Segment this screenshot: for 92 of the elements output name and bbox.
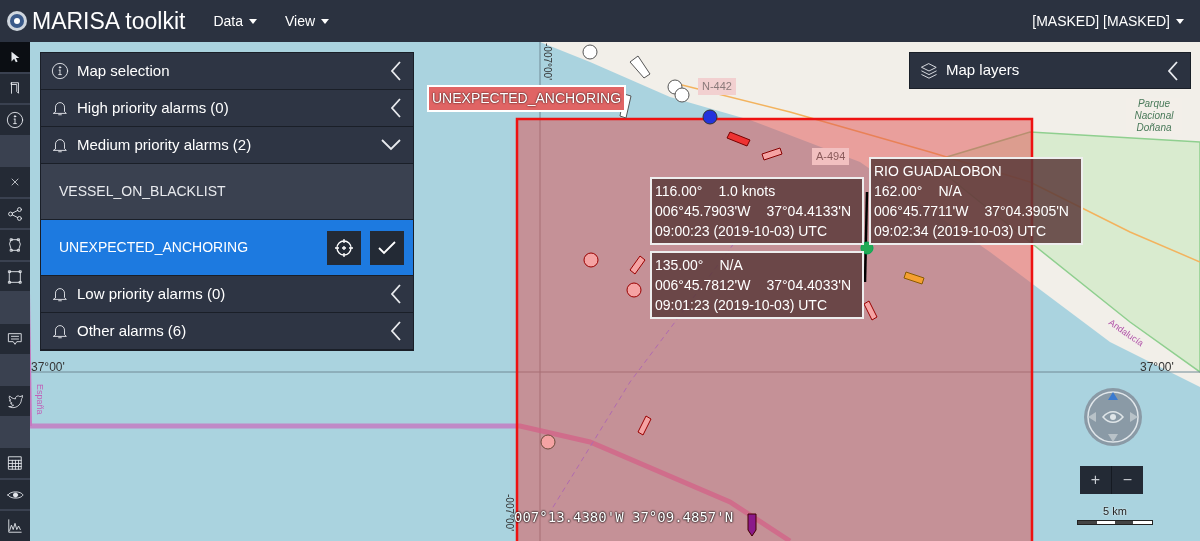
chevron-left-icon [391, 284, 401, 304]
app-title: MARISA toolkit [32, 6, 186, 36]
tool-button[interactable] [0, 230, 30, 260]
bookmark-icon [8, 80, 22, 97]
vessel-marker[interactable] [903, 271, 925, 285]
chevron-down-icon [381, 139, 401, 151]
vessel-info-text: 135.00° [655, 256, 704, 275]
share-icon [7, 205, 23, 222]
tool-button[interactable] [0, 261, 30, 292]
tool-button[interactable] [0, 479, 30, 510]
grid-label: 37°00' [1140, 359, 1174, 376]
region-label: España [35, 384, 44, 415]
tool-button[interactable] [0, 198, 30, 229]
vessel-marker[interactable] [540, 434, 556, 450]
vessel-info-text: 162.00° [874, 182, 923, 201]
vessel-info-text: 006°45.7812'W [655, 276, 751, 295]
eye-icon [6, 488, 24, 501]
tool-button[interactable] [0, 42, 30, 72]
vessel-info-text: 116.00° [655, 182, 703, 201]
grid-label: -007°00' [542, 43, 552, 81]
alarm-label: UNEXPECTED_ANCHORING [427, 85, 627, 112]
vessel-marker[interactable] [761, 147, 783, 161]
tool-button[interactable] [0, 324, 30, 354]
tool-button[interactable] [0, 448, 30, 478]
map-layers-header[interactable]: Map layers [909, 52, 1191, 89]
comment-icon [7, 330, 23, 347]
bell-icon [51, 285, 69, 303]
logo-icon [6, 10, 28, 32]
alarm-item[interactable]: UNEXPECTED_ANCHORING [41, 220, 413, 276]
info-icon [6, 110, 24, 129]
user-menu[interactable]: [MASKED] [MASKED] [1032, 10, 1184, 32]
zoom-out-button[interactable]: − [1112, 466, 1143, 494]
grid-label: 37°00' [31, 359, 65, 376]
vessel-info-text: 37°04.4033'N [766, 276, 851, 295]
vessel-marker[interactable] [702, 109, 718, 125]
vessel-marker[interactable] [637, 415, 652, 436]
layers-icon [920, 61, 938, 80]
menu-button[interactable]: View [284, 10, 330, 32]
alarm-item[interactable]: VESSEL_ON_BLACKLIST [41, 164, 413, 220]
chevron-left-icon [391, 321, 401, 341]
road-label: A-494 [812, 148, 850, 165]
vessel-info-text: 1.0 knots [718, 182, 776, 201]
alarm-name: VESSEL_ON_BLACKLIST [59, 182, 226, 201]
vessel-info-text: 006°45.7711'W [874, 202, 969, 221]
vessel-marker[interactable] [674, 87, 690, 103]
bell-icon [51, 322, 69, 340]
rectangle-icon [7, 268, 23, 285]
vessel-marker[interactable] [747, 513, 757, 537]
vessel-info-text: 006°45.7903'W [655, 202, 751, 221]
chevron-left-icon [391, 98, 401, 118]
locate-button[interactable] [327, 230, 361, 265]
bell-icon [51, 136, 69, 154]
chevron-left-icon [1168, 60, 1178, 81]
vessel-info-text: 09:02:34 (2019-10-03) UTC [874, 222, 1046, 241]
crosshair-icon [334, 237, 354, 258]
road-label: N-442 [698, 78, 736, 95]
chevron-left-icon [391, 61, 401, 81]
vessel-marker[interactable] [583, 252, 599, 268]
vessel-marker[interactable] [629, 55, 651, 79]
info-icon [51, 62, 69, 80]
menu-button[interactable]: Data [213, 10, 257, 32]
scale-label: 5 km [1103, 504, 1127, 519]
vessel-info-text: 09:01:23 (2019-10-03) UTC [655, 296, 827, 315]
grid-label: -007°00' [504, 494, 514, 532]
vessel-marker[interactable] [726, 131, 751, 147]
tool-button[interactable] [0, 386, 30, 416]
caret-icon [248, 18, 257, 24]
vessel-info-text: 37°04.4133'N [766, 202, 851, 221]
alarm-name: UNEXPECTED_ANCHORING [59, 238, 249, 257]
caret-icon [321, 18, 330, 24]
caret-icon [1176, 18, 1184, 24]
acknowledge-button[interactable] [370, 230, 404, 265]
table-icon [7, 455, 23, 472]
chart-icon [7, 518, 23, 535]
vessel-info-text: 09:00:23 (2019-10-03) UTC [655, 222, 827, 241]
vessel-info-text: N/A [719, 256, 743, 275]
tool-button[interactable] [0, 105, 30, 135]
vessel-marker[interactable] [860, 191, 874, 283]
checkmark-icon [378, 240, 396, 255]
vessel-marker[interactable] [626, 282, 642, 298]
vessel-marker[interactable] [629, 255, 646, 275]
bell-icon [51, 99, 69, 117]
polygon-icon [7, 237, 23, 254]
close-icon [9, 176, 21, 188]
vessel-info-text: 37°04.3905'N [984, 202, 1069, 221]
vessel-marker[interactable] [582, 44, 598, 60]
tool-button[interactable] [0, 511, 30, 541]
vessel-info-text: N/A [938, 182, 962, 201]
tool-button[interactable] [0, 73, 30, 104]
zoom-in-button[interactable]: + [1080, 466, 1111, 494]
vessel-name: RIO GUADALOBON [874, 162, 1003, 181]
bird-icon [6, 392, 24, 409]
